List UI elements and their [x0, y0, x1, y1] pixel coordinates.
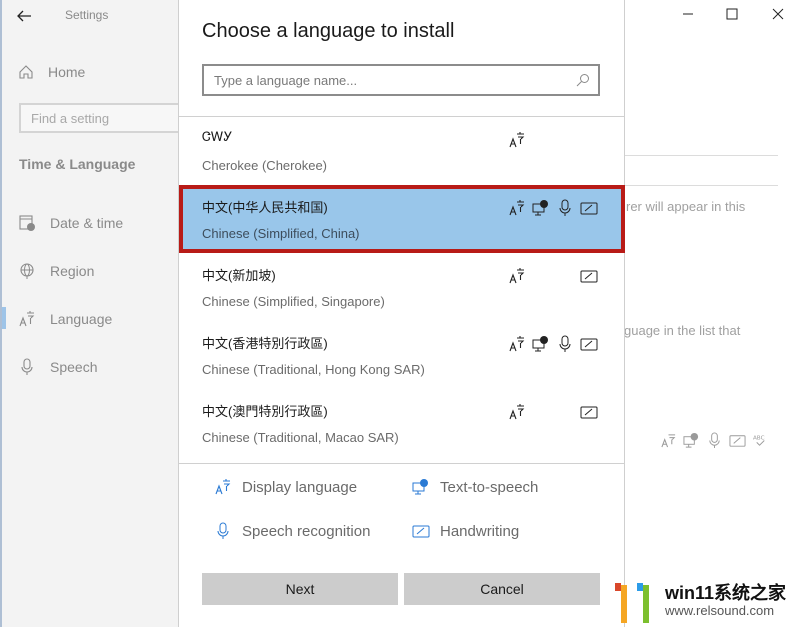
- maximize-icon: [726, 8, 738, 20]
- section-title: Time & Language: [19, 156, 136, 172]
- close-button[interactable]: [765, 4, 791, 24]
- text-to-speech-icon: [683, 432, 699, 448]
- display-language-icon: [215, 479, 231, 495]
- home-nav[interactable]: Home: [18, 60, 85, 84]
- find-setting-placeholder: Find a setting: [31, 111, 110, 126]
- language-english-name: Cherokee (Cherokee): [202, 158, 328, 173]
- language-english-name: Chinese (Simplified, China): [202, 226, 360, 241]
- speech-recognition-icon: [709, 432, 720, 449]
- nav-region[interactable]: Region: [18, 259, 178, 283]
- background-text: guage in the list that: [624, 323, 741, 338]
- dialog-title: Choose a language to install: [202, 20, 455, 42]
- language-native-name: 中文(新加坡): [202, 268, 276, 283]
- language-row[interactable]: 中文(新加坡) Chinese (Simplified, Singapore): [179, 253, 625, 321]
- handwriting-icon: [412, 525, 430, 538]
- back-button[interactable]: [16, 4, 40, 26]
- text-to-speech-icon: [412, 479, 428, 495]
- watermark-logo-icon: [615, 583, 649, 623]
- legend-label: Text-to-speech: [440, 478, 539, 496]
- back-arrow-icon: [17, 10, 31, 22]
- legend-label: Handwriting: [440, 522, 520, 540]
- text-to-speech-icon: [532, 336, 548, 352]
- search-icon: [576, 74, 589, 87]
- nav-date-time[interactable]: Date & time: [18, 211, 178, 235]
- display-language-icon: [509, 268, 525, 284]
- minimize-button[interactable]: [675, 4, 701, 24]
- nav-label: Region: [50, 263, 95, 279]
- display-language-icon: [509, 336, 525, 352]
- language-native-name: ᏣᎳᎩ: [202, 129, 233, 144]
- language-native-name: 中文(香港特別行政區): [202, 336, 328, 351]
- spellcheck-icon: ABC: [753, 436, 765, 446]
- active-nav-indicator: [2, 307, 6, 329]
- speech-recognition-icon: [217, 522, 229, 539]
- microphone-icon: [21, 358, 33, 375]
- background-divider: [625, 185, 778, 186]
- nav-speech[interactable]: Speech: [18, 355, 178, 379]
- svg-text:ABC: ABC: [753, 436, 765, 442]
- language-row[interactable]: 中文(澳門特別行政區) Chinese (Traditional, Macao …: [179, 389, 625, 457]
- settings-sidebar: Settings Home Find a setting Time & Lang…: [0, 0, 189, 627]
- display-language-icon: [661, 434, 676, 448]
- handwriting-icon: [580, 338, 598, 351]
- background-text: rer will appear in this: [626, 199, 746, 214]
- app-title: Settings: [65, 8, 109, 22]
- legend-label: Display language: [242, 478, 358, 496]
- home-label: Home: [48, 64, 86, 80]
- language-icon: [19, 311, 35, 327]
- nav-label: Language: [50, 311, 113, 327]
- legend-display-language: Display language: [214, 478, 357, 496]
- watermark-title: win11系统之家: [665, 583, 787, 603]
- home-icon: [19, 65, 33, 79]
- display-language-icon: [509, 132, 525, 148]
- language-row-selected[interactable]: 中文(中华人民共和国) Chinese (Simplified, China): [179, 185, 625, 253]
- language-native-name: 中文(中华人民共和国): [202, 200, 328, 215]
- find-setting-input[interactable]: Find a setting: [19, 103, 189, 133]
- next-button[interactable]: Next: [202, 573, 398, 605]
- legend-text-to-speech: Text-to-speech: [412, 478, 538, 496]
- globe-icon: [20, 263, 34, 279]
- screen: Settings Home Find a setting Time & Lang…: [0, 0, 802, 627]
- cancel-button[interactable]: Cancel: [404, 573, 600, 605]
- display-language-icon: [509, 200, 525, 216]
- language-english-name: Chinese (Simplified, Singapore): [202, 294, 385, 309]
- legend-speech-recognition: Speech recognition: [214, 522, 370, 540]
- settings-content-background: [625, 0, 802, 627]
- nav-label: Speech: [50, 359, 98, 375]
- display-language-icon: [509, 404, 525, 420]
- minimize-icon: [683, 13, 693, 15]
- language-native-name: 中文(澳門特別行政區): [202, 404, 328, 419]
- maximize-button[interactable]: [719, 4, 745, 24]
- language-row[interactable]: 中文(香港特別行政區) Chinese (Traditional, Hong K…: [179, 321, 625, 389]
- calendar-clock-icon: [19, 215, 35, 231]
- watermark-url: www.relsound.com: [665, 603, 775, 618]
- legend-label: Speech recognition: [242, 522, 371, 540]
- speech-recognition-icon: [559, 199, 571, 216]
- text-to-speech-icon: [532, 200, 548, 216]
- language-english-name: Chinese (Traditional, Macao SAR): [202, 430, 399, 445]
- choose-language-dialog: Choose a language to install ᏣᎳᎩ Cheroke…: [178, 0, 625, 627]
- legend-handwriting: Handwriting: [412, 522, 519, 540]
- handwriting-icon: [580, 270, 598, 283]
- speech-recognition-icon: [559, 335, 571, 352]
- handwriting-icon: [580, 406, 598, 419]
- handwriting-icon: [729, 435, 746, 447]
- nav-language[interactable]: Language: [18, 307, 178, 331]
- handwriting-icon: [580, 202, 598, 215]
- background-feature-icons: ABC: [660, 432, 769, 449]
- language-list[interactable]: ᏣᎳᎩ Cherokee (Cherokee) 中文(中华人民共和国) Chin…: [179, 116, 625, 464]
- background-divider: [625, 155, 778, 156]
- nav-label: Date & time: [50, 215, 124, 231]
- language-english-name: Chinese (Traditional, Hong Kong SAR): [202, 362, 425, 377]
- language-search-input[interactable]: [214, 71, 554, 89]
- close-icon: [772, 8, 784, 20]
- language-row[interactable]: ᏣᎳᎩ Cherokee (Cherokee): [179, 117, 625, 185]
- watermark: win11系统之家 www.relsound.com: [613, 579, 802, 627]
- language-search-box[interactable]: [202, 64, 600, 96]
